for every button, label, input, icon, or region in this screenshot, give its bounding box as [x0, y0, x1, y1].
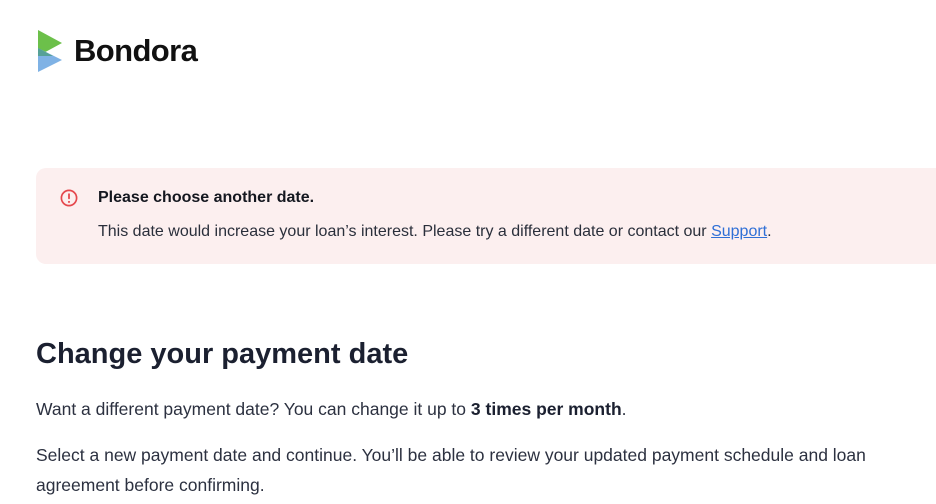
page-title: Change your payment date — [36, 338, 409, 370]
change-limit: 3 times per month — [470, 399, 622, 419]
error-circle-icon — [60, 189, 78, 207]
alert-message-end: . — [767, 223, 772, 240]
support-link[interactable]: Support — [711, 223, 767, 240]
intro-text-end: . — [621, 399, 627, 419]
intro-text: Want a different payment date? You can c… — [36, 397, 627, 421]
intro-text-start: Want a different payment date? You can c… — [36, 399, 471, 419]
bondora-mark-icon — [38, 30, 62, 72]
alert-title: Please choose another date. — [98, 189, 315, 206]
alert-message-text: This date would increase your loan’s int… — [98, 223, 712, 240]
page: Bondora Please choose another date. This… — [0, 0, 936, 504]
brand-name: Bondora — [74, 33, 198, 68]
brand-logo[interactable]: Bondora — [36, 28, 198, 74]
instructions-text: Select a new payment date and continue. … — [36, 445, 866, 495]
alert-message: This date would increase your loan’s int… — [98, 222, 772, 242]
error-alert: Please choose another date. This date wo… — [36, 168, 936, 264]
